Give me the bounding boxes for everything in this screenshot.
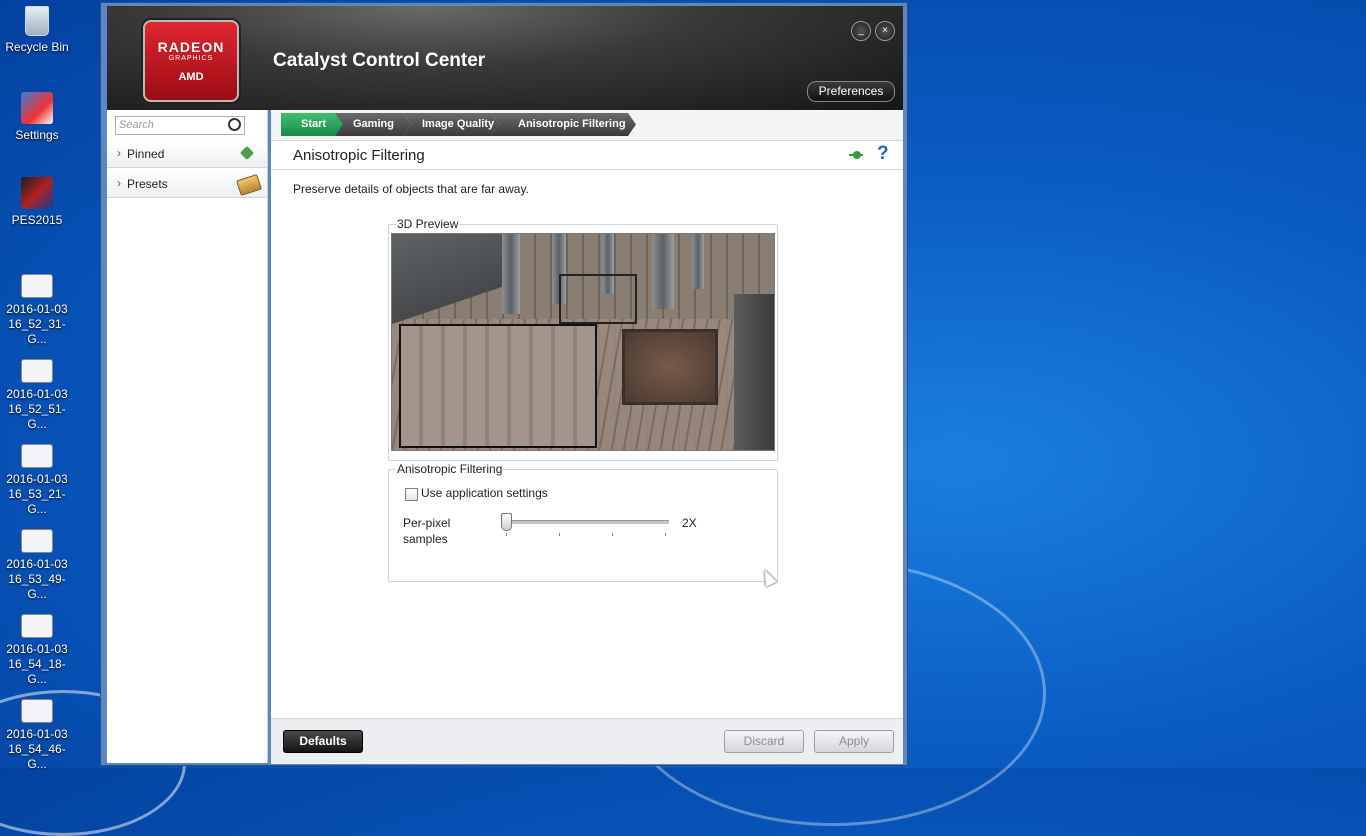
image-file-icon [21, 699, 53, 723]
close-button[interactable]: × [875, 21, 895, 41]
samples-slider-value: 2X [682, 516, 697, 530]
per-pixel-samples-label: Per-pixel samples [403, 516, 451, 546]
logo-text: AMD [178, 71, 204, 83]
apply-button[interactable]: Apply [814, 730, 894, 753]
sidebar-item-label: Pinned [127, 147, 165, 161]
settings-shortcut-icon [21, 92, 53, 124]
breadcrumb-image-quality[interactable]: Image Quality [403, 113, 499, 136]
preview-zoom-magnified-box [399, 324, 597, 448]
pin-page-icon[interactable] [849, 150, 863, 160]
chevron-right-icon: › [117, 176, 121, 190]
desktop-icon-pes2015[interactable]: PES2015 [0, 177, 74, 228]
samples-slider-track[interactable] [505, 520, 669, 524]
window-header: RADEON GRAPHICS AMD Catalyst Control Cen… [107, 6, 903, 110]
defaults-button[interactable]: Defaults [283, 730, 363, 753]
preview-right-wall [734, 294, 774, 450]
page-title: Anisotropic Filtering [293, 147, 425, 164]
desktop-icon-label: 2016-01-03 16_52_51-G... [6, 387, 68, 431]
desktop-icon-label: Recycle Bin [5, 40, 69, 54]
presets-icon [236, 173, 262, 197]
logo-text: RADEON [157, 39, 225, 55]
preview-zoom-source-box [559, 274, 637, 324]
sidebar-item-label: Presets [127, 177, 168, 191]
af-group-label: Anisotropic Filtering [396, 462, 504, 476]
desktop-icon-label: 2016-01-03 16_54_18-G... [6, 642, 68, 686]
image-file-icon [21, 274, 53, 298]
sidebar-item-presets[interactable]: › Presets [107, 171, 267, 198]
logo-text: GRAPHICS [168, 55, 214, 62]
preview-rug [622, 329, 718, 405]
use-application-settings-label[interactable]: Use application settings [421, 486, 548, 500]
radeon-logo: RADEON GRAPHICS AMD [143, 20, 239, 102]
desktop-icon-label: 2016-01-03 16_53_49-G... [6, 557, 68, 601]
breadcrumb-start[interactable]: Start [281, 113, 343, 136]
preview-group: 3D Preview [388, 217, 778, 461]
desktop-icon-label: 2016-01-03 16_52_31-G... [6, 302, 68, 346]
discard-button[interactable]: Discard [724, 730, 804, 753]
app-title: Catalyst Control Center [273, 50, 486, 71]
chevron-right-icon: › [117, 146, 121, 160]
image-file-icon [21, 359, 53, 383]
desktop-icon-screenshot[interactable]: 2016-01-03 16_52_51-G... [0, 351, 74, 432]
search-icon[interactable] [228, 118, 241, 131]
preview-wall [392, 234, 512, 324]
footer-bar: Defaults Discard Apply [271, 718, 903, 764]
desktop-icon-label: PES2015 [11, 213, 63, 227]
image-file-icon [21, 614, 53, 638]
sidebar-item-pinned[interactable]: › Pinned [107, 141, 267, 168]
desktop-icon-screenshot[interactable]: 2016-01-03 16_53_49-G... [0, 521, 74, 602]
preview-pillar [652, 234, 674, 309]
main-panel: Gaming Image Quality Anisotropic Filteri… [271, 110, 903, 764]
use-application-settings-checkbox[interactable] [405, 488, 418, 501]
desktop-icon-screenshot[interactable]: 2016-01-03 16_52_31-G... [0, 266, 74, 347]
slider-tick [559, 533, 560, 536]
desktop-icon-recycle-bin[interactable]: Recycle Bin [0, 6, 74, 55]
desktop-icon-label: 2016-01-03 16_54_46-G... [6, 727, 68, 771]
anisotropic-filtering-group: Anisotropic Filtering Use application se… [388, 462, 778, 582]
desktop-icon-screenshot[interactable]: 2016-01-03 16_54_18-G... [0, 606, 74, 687]
pin-icon [239, 145, 255, 161]
catalyst-window: RADEON GRAPHICS AMD Catalyst Control Cen… [100, 2, 908, 766]
sidebar: Search › Pinned › Presets [107, 110, 268, 763]
breadcrumb-gaming[interactable]: Gaming [333, 113, 411, 136]
help-icon[interactable]: ? [877, 143, 889, 165]
desktop-icon-screenshot[interactable]: 2016-01-03 16_54_46-G... [0, 691, 74, 772]
desktop-icon-screenshot[interactable]: 2016-01-03 16_53_21-G... [0, 436, 74, 517]
minimize-button[interactable]: _ [851, 21, 871, 41]
image-file-icon [21, 444, 53, 468]
slider-tick [506, 533, 507, 536]
slider-tick [665, 533, 666, 536]
breadcrumb: Gaming Image Quality Anisotropic Filteri… [271, 110, 903, 141]
preferences-button[interactable]: Preferences [807, 81, 895, 102]
search-input[interactable]: Search [115, 116, 245, 135]
desktop-icon-label: Settings [15, 128, 59, 142]
desktop-icon-label: 2016-01-03 16_53_21-G... [6, 472, 68, 516]
breadcrumb-anisotropic-filtering[interactable]: Anisotropic Filtering [491, 113, 636, 136]
search-placeholder: Search [119, 119, 154, 131]
desktop-icon-settings[interactable]: Settings [0, 92, 74, 143]
preview-group-label: 3D Preview [396, 217, 460, 231]
slider-tick [612, 533, 613, 536]
preview-pillar [502, 234, 520, 314]
samples-slider-thumb[interactable] [501, 513, 512, 531]
preview-pillar [692, 234, 704, 289]
3d-preview-image [391, 233, 775, 451]
recycle-bin-icon [25, 6, 49, 36]
divider [271, 169, 903, 170]
page-description: Preserve details of objects that are far… [293, 182, 529, 196]
pes2015-icon [21, 177, 53, 209]
image-file-icon [21, 529, 53, 553]
